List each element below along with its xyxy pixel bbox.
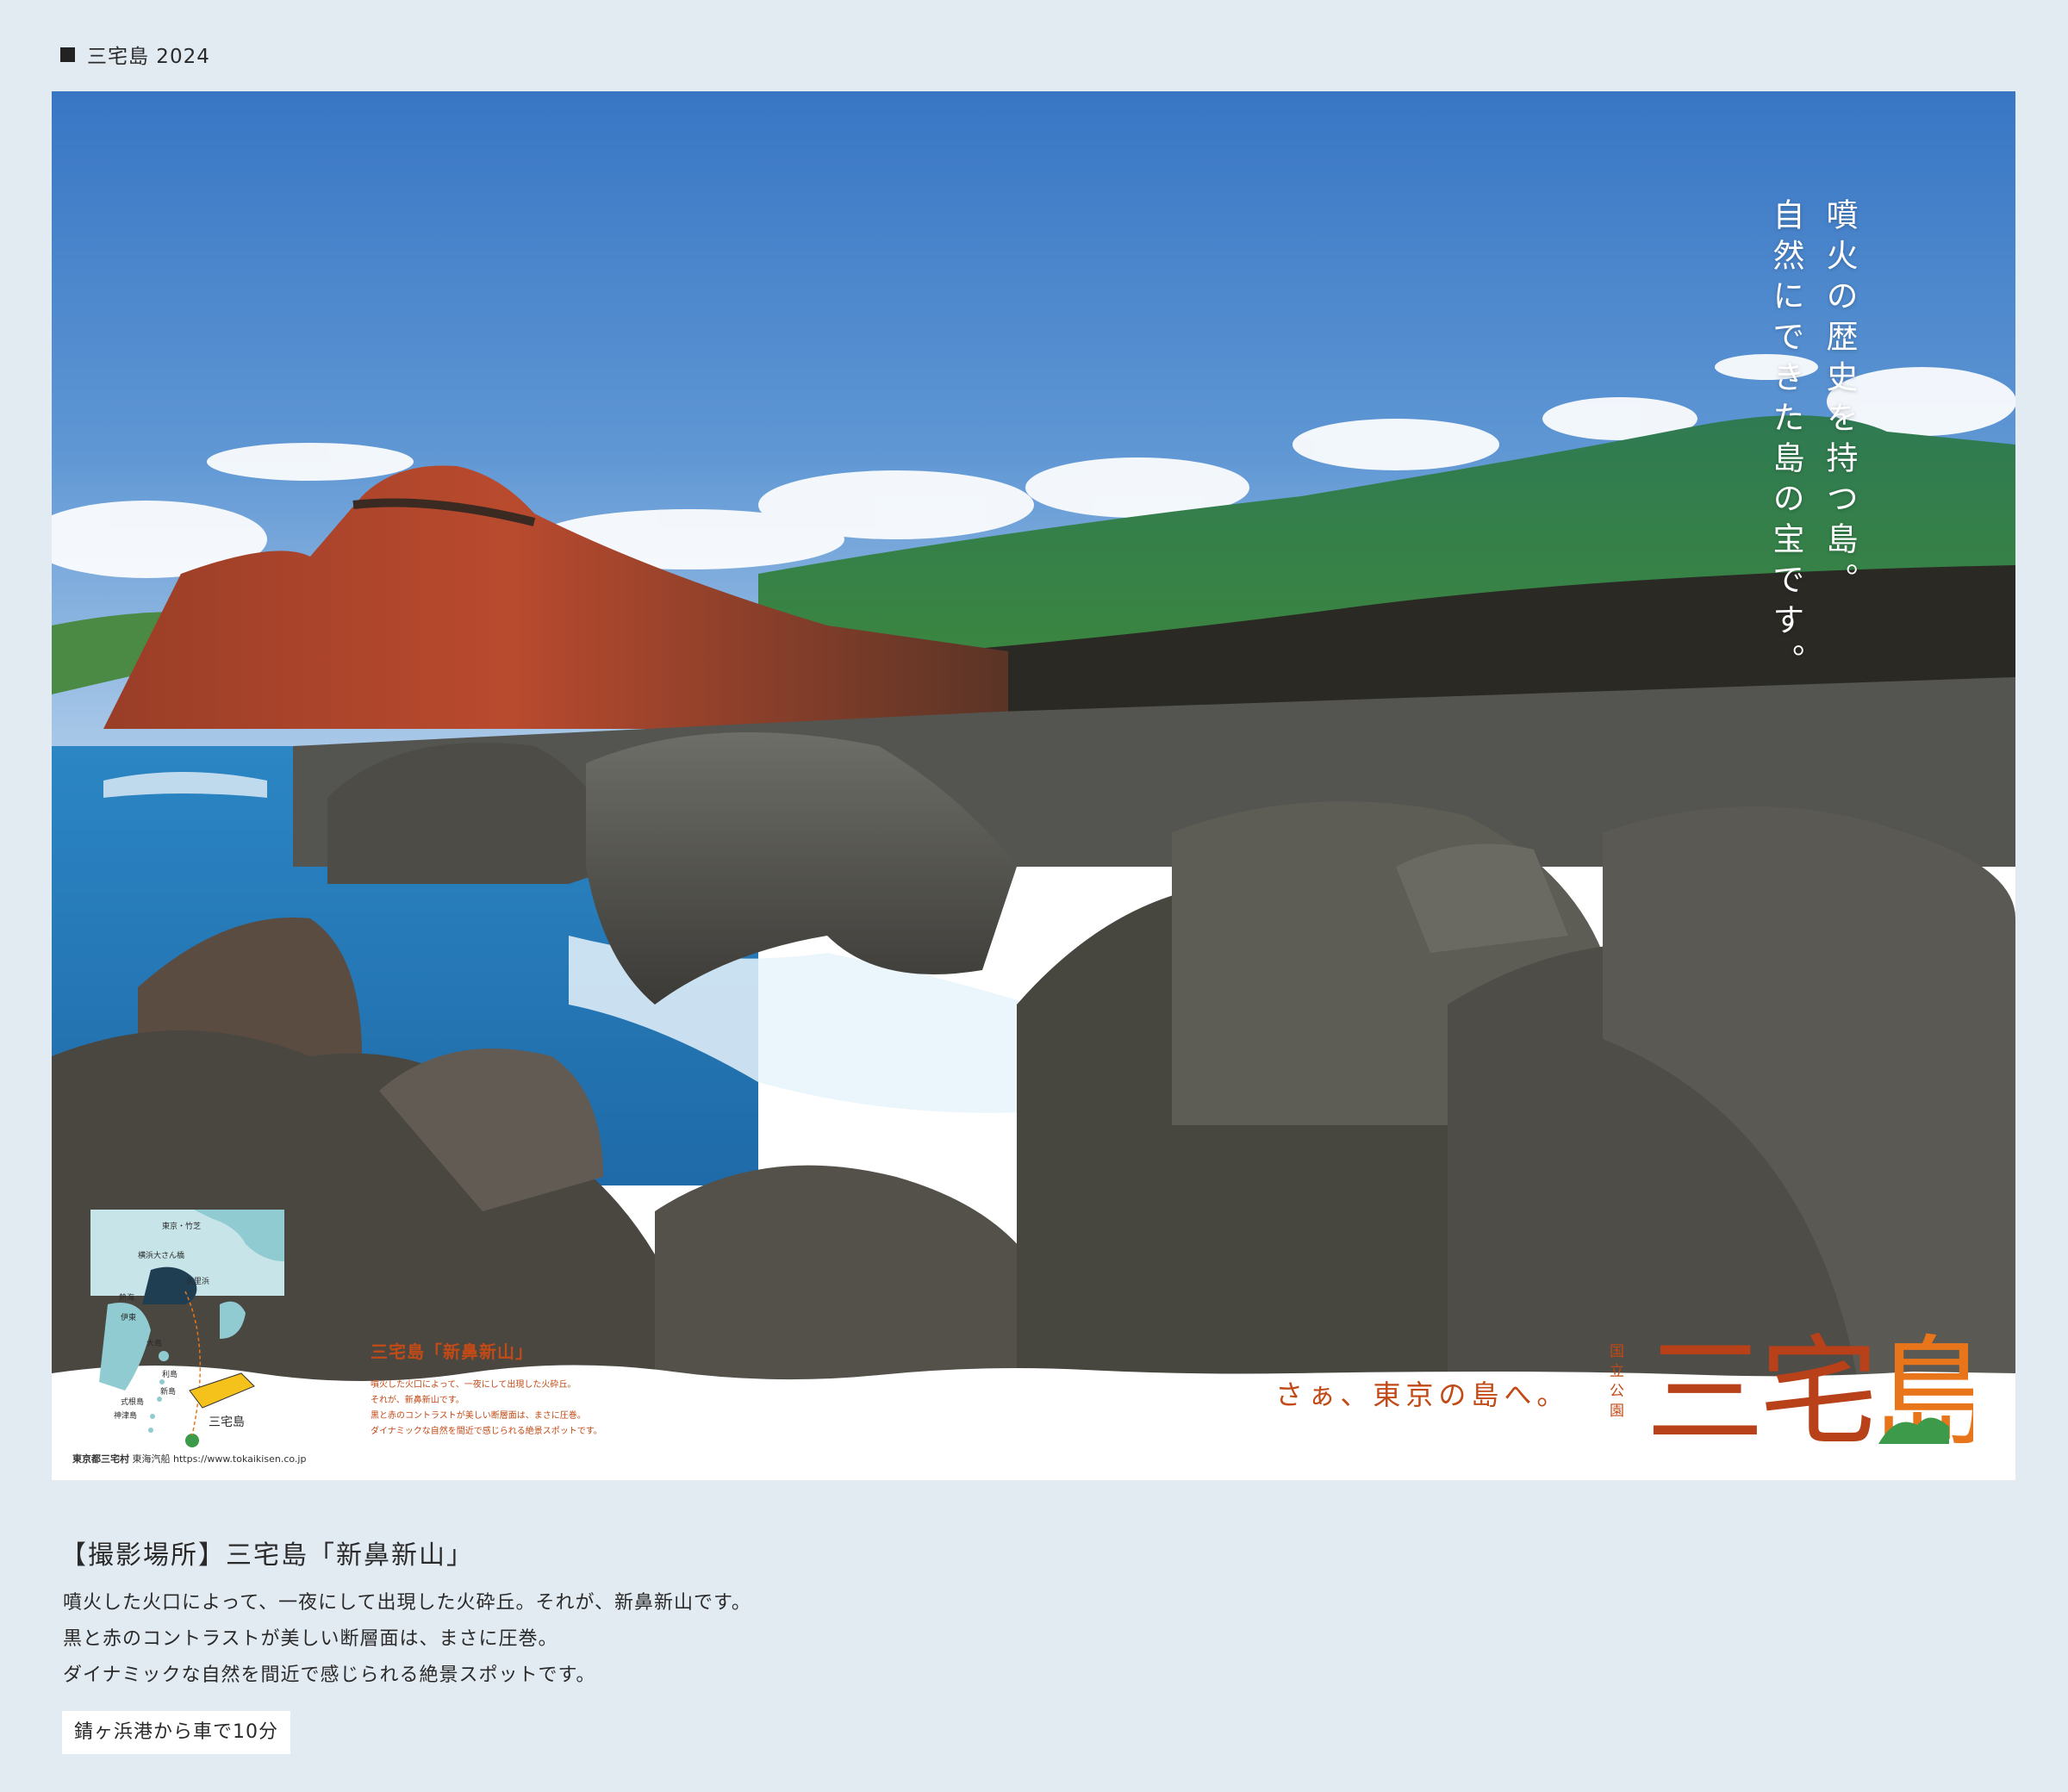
map-credit: 東京都三宅村 東海汽船 https://www.tokaikisen.co.jp <box>72 1452 306 1465</box>
map-label-atami: 熱海 <box>119 1294 135 1303</box>
poster: 噴火の歴史を持つ島。 自然にできた島の宝です。 東京・竹芝 横浜大さん橋 久里浜… <box>52 91 2015 1480</box>
map-label-oshima: 大島 <box>146 1340 163 1348</box>
credit-village: 東京都三宅村 <box>72 1453 129 1465</box>
page-header: 三宅島 2024 <box>60 40 210 69</box>
credit-url: https://www.tokaikisen.co.jp <box>173 1453 307 1465</box>
header-title: 三宅島 2024 <box>87 46 210 68</box>
caption-line-4: ダイナミックな自然を間近で感じられる絶景スポットです。 <box>371 1427 602 1436</box>
map-label-miyakejima: 三宅島 <box>209 1416 245 1429</box>
miyakejima-logo: 三宅島 <box>1646 1323 1973 1453</box>
description-line-2: 黒と赤のコントラストが美しい断層面は、まさに圧巻。 <box>63 1628 558 1650</box>
caption-line-3: 黒と赤のコントラストが美しい断層面は、まさに圧巻。 <box>371 1411 586 1421</box>
square-bullet-icon <box>60 47 75 62</box>
credit-operator: 東海汽船 <box>132 1453 171 1465</box>
landscape-photo <box>52 91 2015 1480</box>
caption-line-2: それが、新鼻新山です。 <box>371 1396 464 1405</box>
caption-title: 三宅島「新鼻新山」 <box>371 1341 533 1362</box>
map-label-shikinejima: 式根島 <box>121 1398 145 1407</box>
tagline-line-2: 自然にできた島の宝です。 <box>1767 198 1804 684</box>
map-label-niijima: 新島 <box>160 1388 177 1397</box>
map-label-toshima: 利島 <box>162 1371 178 1379</box>
map-label-takeshiba: 東京・竹芝 <box>162 1223 202 1231</box>
description-line-3: ダイナミックな自然を間近で感じられる絶景スポットです。 <box>63 1664 596 1686</box>
route-map <box>90 1210 284 1447</box>
map-label-ito: 伊東 <box>121 1314 137 1322</box>
tagline-line-1: 噴火の歴史を持つ島。 <box>1821 198 1858 603</box>
map-label-kurihama: 久里浜 <box>186 1278 210 1286</box>
map-label-kozushima: 神津島 <box>114 1412 138 1421</box>
location-title: 【撮影場所】三宅島「新鼻新山」 <box>60 1540 474 1571</box>
caption-line-1: 噴火した火口によって、一夜にして出現した火砕丘。 <box>371 1380 576 1390</box>
national-park-label: 国立公園 <box>1606 1343 1623 1422</box>
description-line-1: 噴火した火口によって、一夜にして出現した火砕丘。それが、新鼻新山です。 <box>63 1592 751 1614</box>
slogan: さぁ、東京の島へ。 <box>1275 1378 1570 1411</box>
access-badge: 錆ヶ浜港から車で10分 <box>62 1711 290 1754</box>
map-label-yokohama: 横浜大さん橋 <box>138 1252 185 1260</box>
